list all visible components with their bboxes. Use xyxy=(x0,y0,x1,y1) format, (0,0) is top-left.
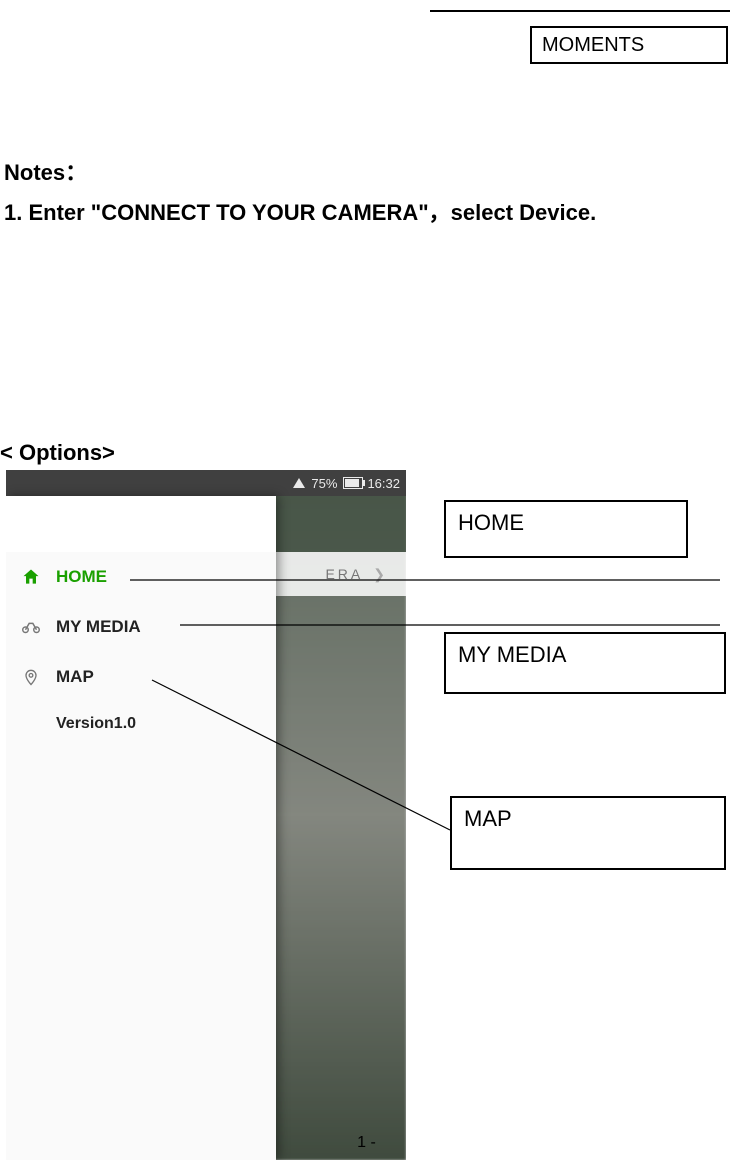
status-bar: 75% 16:32 xyxy=(6,470,406,496)
peek-header xyxy=(276,496,406,552)
phone-screenshot: 75% 16:32 ERA ❯ HOME MY MEDIA xyxy=(6,470,406,1160)
top-divider xyxy=(430,10,730,12)
annotation-home-text: HOME xyxy=(458,510,524,535)
drawer-header xyxy=(6,496,276,552)
notes-block: Notes： 1. Enter "CONNECT TO YOUR CAMERA"… xyxy=(4,158,724,230)
moments-label-text: MOMENTS xyxy=(542,34,644,57)
chevron-right-icon: ❯ xyxy=(373,566,388,583)
signal-icon xyxy=(293,478,305,488)
drawer-item-label: MY MEDIA xyxy=(56,617,141,637)
annotation-map-box: MAP xyxy=(450,796,726,870)
drawer-version-text: Version1.0 xyxy=(56,715,136,733)
page-number: 1 - xyxy=(0,1134,733,1152)
battery-percent: 75% xyxy=(311,476,337,491)
bike-icon xyxy=(20,616,42,638)
connect-row[interactable]: ERA ❯ xyxy=(276,552,406,596)
battery-icon xyxy=(343,477,363,489)
peek-content: ERA ❯ xyxy=(276,496,406,1160)
nav-drawer: HOME MY MEDIA MAP Version1.0 xyxy=(6,496,276,1160)
status-time: 16:32 xyxy=(367,476,400,491)
annotation-map-text: MAP xyxy=(464,806,512,831)
drawer-item-label: MAP xyxy=(56,667,94,687)
drawer-item-label: HOME xyxy=(56,567,107,587)
home-icon xyxy=(20,566,42,588)
moments-label-box: MOMENTS xyxy=(530,26,728,64)
connect-text: ERA xyxy=(325,566,363,582)
drawer-item-my-media[interactable]: MY MEDIA xyxy=(6,602,276,652)
drawer-item-map[interactable]: MAP xyxy=(6,652,276,702)
drawer-item-home[interactable]: HOME xyxy=(6,552,276,602)
page-number-text: 1 - xyxy=(357,1134,376,1151)
notes-line-1: 1. Enter "CONNECT TO YOUR CAMERA"，select… xyxy=(4,195,724,230)
options-heading: < Options> xyxy=(0,440,115,466)
annotation-my-media-box: MY MEDIA xyxy=(444,632,726,694)
annotation-home-box: HOME xyxy=(444,500,688,558)
drawer-version: Version1.0 xyxy=(6,702,276,746)
notes-title: Notes： xyxy=(4,158,724,189)
map-pin-icon xyxy=(20,666,42,688)
annotation-my-media-text: MY MEDIA xyxy=(458,642,566,667)
